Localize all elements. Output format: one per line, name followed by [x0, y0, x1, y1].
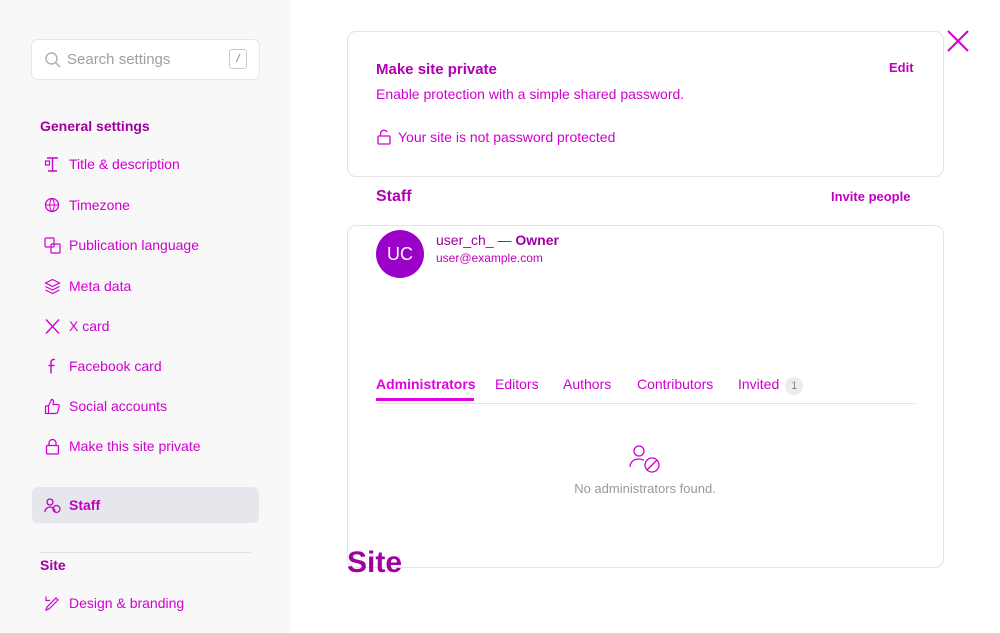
active-tab-indicator — [376, 398, 474, 401]
tab-invited-label: Invited — [738, 376, 780, 392]
empty-state-text: No administrators found. — [574, 481, 716, 496]
facebook-icon — [48, 358, 55, 373]
site-section-title: Site — [347, 546, 403, 579]
unlock-icon — [377, 129, 391, 145]
x-icon — [45, 318, 60, 334]
tab-authors[interactable]: Authors — [563, 376, 611, 392]
avatar: UC — [376, 230, 424, 278]
close-icon[interactable] — [946, 29, 970, 53]
private-description: Enable protection with a simple shared p… — [376, 86, 685, 102]
owner-separator: — — [493, 232, 516, 248]
invite-people-button[interactable]: Invite people — [831, 189, 910, 204]
site-section-heading: Site — [40, 557, 66, 573]
sidebar-item-label: Staff — [69, 497, 101, 513]
title-icon — [44, 156, 58, 172]
search-settings-field[interactable]: Search settings / — [31, 39, 260, 80]
lock-icon — [45, 438, 60, 455]
sidebar-item-x-card[interactable]: X card — [32, 308, 259, 344]
settings-sidebar: Search settings / General settings Title… — [0, 0, 291, 633]
sidebar-item-staff[interactable]: Staff — [32, 487, 259, 523]
sidebar-item-publication-language[interactable]: Publication language — [32, 227, 259, 263]
language-icon — [44, 236, 61, 254]
owner-email: user@example.com — [436, 251, 543, 265]
sidebar-item-label: Title & description — [69, 156, 180, 172]
timezone-icon — [44, 197, 60, 212]
sidebar-item-label: Meta data — [69, 278, 132, 294]
sidebar-item-label: Facebook card — [69, 358, 162, 374]
thumbs-up-icon — [44, 398, 60, 414]
meta-data-icon — [44, 278, 61, 294]
tab-contributors[interactable]: Contributors — [637, 376, 713, 392]
sidebar-item-social-accounts[interactable]: Social accounts — [32, 388, 259, 424]
sidebar-item-title-description[interactable]: Title & description — [32, 146, 259, 182]
sidebar-item-make-private[interactable]: Make this site private — [32, 428, 259, 464]
staff-section-title: Staff — [376, 188, 412, 205]
password-status: Your site is not password protected — [376, 129, 615, 145]
sidebar-item-label: Timezone — [69, 197, 130, 213]
sidebar-item-timezone[interactable]: Timezone — [32, 187, 259, 223]
sidebar-item-facebook-card[interactable]: Facebook card — [32, 348, 259, 384]
no-users-icon — [629, 445, 660, 473]
sidebar-item-label: Publication language — [69, 237, 199, 253]
tab-editors[interactable]: Editors — [495, 376, 539, 392]
search-icon — [45, 52, 61, 68]
staff-tabs: Administrators Editors Authors Contribut… — [376, 373, 915, 404]
owner-role: Owner — [515, 232, 559, 248]
owner-username: user_ch_ — [436, 232, 494, 248]
sidebar-item-label: Design & branding — [69, 595, 185, 611]
password-status-text: Your site is not password protected — [398, 129, 616, 145]
design-icon — [45, 596, 59, 611]
search-placeholder: Search settings — [67, 51, 171, 68]
sidebar-divider — [40, 552, 251, 553]
private-settings-card — [347, 31, 944, 177]
sidebar-item-meta-data[interactable]: Meta data — [32, 268, 259, 304]
sidebar-item-design-branding[interactable]: Design & branding — [32, 585, 259, 621]
general-settings-heading: General settings — [40, 118, 150, 134]
tab-administrators[interactable]: Administrators — [376, 376, 476, 392]
sidebar-item-label: Social accounts — [69, 398, 168, 414]
tab-invited[interactable]: Invited 1 — [738, 376, 804, 395]
sidebar-item-label: Make this site private — [69, 438, 201, 454]
private-edit-button[interactable]: Edit — [889, 60, 914, 75]
sidebar-item-label: X card — [69, 318, 110, 334]
owner-name: user_ch_ — Owner — [436, 232, 559, 248]
staff-icon — [44, 497, 61, 513]
shortcut-key: / — [229, 49, 247, 69]
invited-count-badge: 1 — [785, 377, 804, 395]
private-section-title: Make site private — [376, 61, 497, 78]
